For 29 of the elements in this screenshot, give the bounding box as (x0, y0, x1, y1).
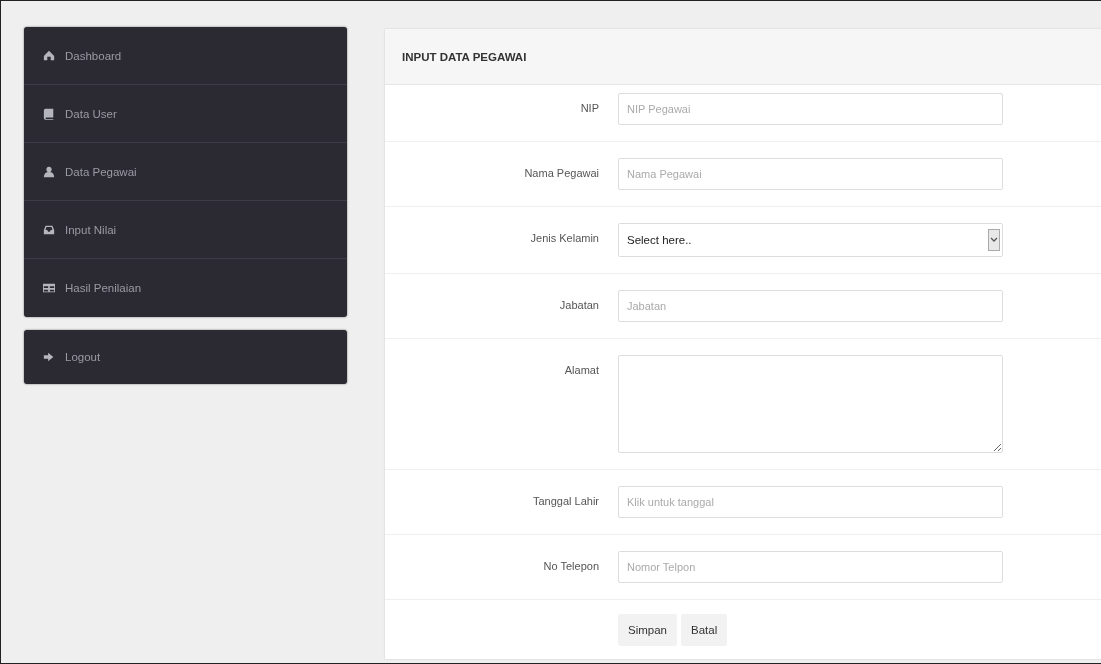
sidebar-item[interactable]: Input Nilai (24, 201, 347, 259)
logout-button[interactable]: Logout (24, 330, 347, 384)
input-field[interactable]: Nomor Telpon (618, 551, 1003, 583)
field-label: Jabatan (558, 298, 599, 311)
inbox-icon (43, 223, 55, 236)
input-field[interactable]: Nama Pegawai (618, 158, 1003, 190)
field-label: Alamat (563, 363, 599, 376)
sidebar-item[interactable]: Dashboard (24, 27, 347, 85)
table-icon (43, 282, 55, 294)
user-icon (43, 165, 55, 178)
input-field[interactable]: Klik untuk tanggal (618, 486, 1003, 518)
field-label: Tanggal Lahir (531, 494, 599, 507)
input-field[interactable]: NIP Pegawai (618, 93, 1003, 125)
sidebar-item[interactable]: Data User (24, 85, 347, 143)
panel-title: INPUT DATA PEGAWAI (402, 50, 527, 63)
cancel-button[interactable]: Batal (681, 614, 728, 646)
save-button[interactable]: Simpan (618, 614, 677, 646)
field-label: Jenis Kelamin (529, 231, 599, 244)
field-label: NIP (579, 101, 599, 114)
sign-in-icon (43, 351, 55, 363)
field-label: No Telepon (542, 559, 599, 572)
select-field[interactable]: Select here.. (618, 223, 1003, 257)
home-icon (43, 49, 55, 62)
sidebar-item[interactable]: Data Pegawai (24, 143, 347, 201)
input-field[interactable]: Jabatan (618, 290, 1003, 322)
sidebar-item[interactable]: Hasil Penilaian (24, 259, 347, 317)
field-label: Nama Pegawai (523, 166, 599, 179)
book-icon (43, 107, 55, 120)
text-area[interactable] (618, 355, 1003, 453)
